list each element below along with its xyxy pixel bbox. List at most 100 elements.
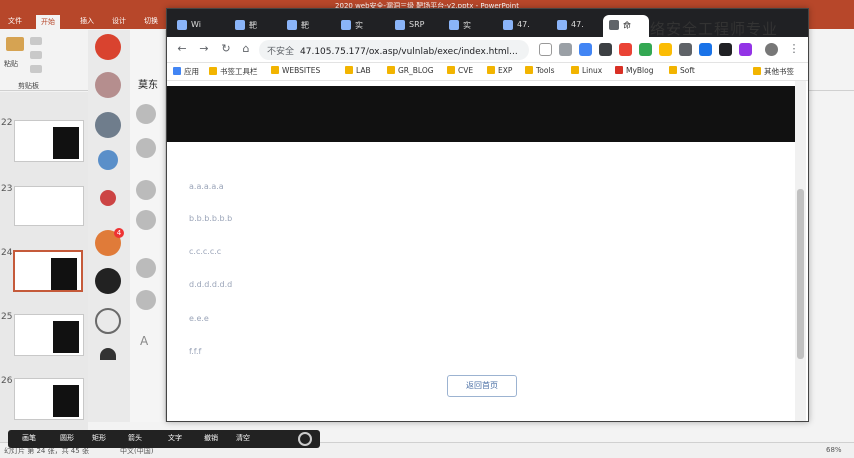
slide-thumbnail[interactable]	[14, 120, 84, 162]
contact-avatar[interactable]	[136, 258, 156, 278]
globe-icon[interactable]	[98, 150, 118, 170]
browser-tab[interactable]: 实	[443, 15, 487, 37]
return-home-button[interactable]: 返回首页	[447, 375, 517, 397]
browser-tab[interactable]: 靶	[281, 15, 325, 37]
bookmark-item[interactable]: EXP	[487, 66, 512, 75]
bookmark-item[interactable]: 书签工具栏	[209, 66, 258, 77]
bookmark-label: 书签工具栏	[220, 67, 258, 76]
github-icon[interactable]	[95, 268, 121, 294]
bookmark-item[interactable]: Linux	[571, 66, 602, 75]
browser-tab[interactable]: 靶	[229, 15, 273, 37]
ppt-tab-home[interactable]: 开始	[36, 15, 60, 29]
notification-icon[interactable]: 4	[95, 228, 124, 256]
contact-avatar[interactable]	[136, 290, 156, 310]
translate-icon[interactable]	[539, 43, 552, 56]
address-bar[interactable]: 不安全 47.105.75.177/ox.asp/vulnlab/exec/ind…	[259, 40, 529, 60]
contact-avatar[interactable]	[136, 104, 156, 124]
reload-icon[interactable]: ↻	[219, 42, 233, 56]
copy-icon[interactable]	[30, 51, 42, 59]
star-icon[interactable]	[559, 43, 572, 56]
browser-tab[interactable]: 47.	[551, 15, 595, 37]
ppt-tab-insert[interactable]: 插入	[80, 16, 94, 26]
recorder-button[interactable]: 清空	[236, 433, 250, 443]
tab-favicon-icon	[557, 20, 567, 30]
tab-favicon-icon	[503, 20, 513, 30]
page-link[interactable]: d.d.d.d.d.d	[189, 280, 232, 289]
browser-tab[interactable]: SRP	[389, 15, 433, 37]
slide-thumbnail[interactable]	[14, 378, 84, 420]
cloud-icon[interactable]	[100, 348, 116, 360]
browser-tab[interactable]: 47.	[497, 15, 541, 37]
ppt-tab-design[interactable]: 设计	[112, 16, 126, 26]
extension-icon[interactable]	[659, 43, 672, 56]
extension-icon[interactable]	[739, 43, 752, 56]
bookmark-item[interactable]: Tools	[525, 66, 554, 75]
slide-thumbnail[interactable]	[14, 314, 84, 356]
bookmark-label: CVE	[458, 66, 474, 75]
paste-label: 粘贴	[4, 60, 18, 68]
page-link[interactable]: c.c.c.c.c	[189, 247, 221, 256]
bookmark-item[interactable]: GR_BLOG	[387, 66, 434, 75]
recorder-button[interactable]: 圆形	[60, 433, 74, 443]
contact-avatar[interactable]	[95, 72, 121, 98]
slide-thumbnail-selected[interactable]	[13, 250, 83, 292]
recorder-button[interactable]: 箭头	[128, 433, 142, 443]
browser-tab[interactable]: 实	[335, 15, 379, 37]
bookmark-other[interactable]: 其他书签	[753, 66, 794, 77]
bookmark-item[interactable]: CVE	[447, 66, 473, 75]
page-viewport: a.a.a.a.a b.b.b.b.b.b c.c.c.c.c d.d.d.d.…	[167, 81, 808, 421]
page-link[interactable]: f.f.f	[189, 347, 201, 356]
refresh-icon[interactable]	[95, 308, 121, 334]
page-link[interactable]: b.b.b.b.b.b	[189, 214, 232, 223]
paste-icon[interactable]	[6, 37, 24, 51]
profile-avatar[interactable]	[765, 43, 778, 56]
bookmark-item[interactable]: MyBlog	[615, 66, 654, 75]
slide-thumbnail[interactable]	[14, 186, 84, 226]
bookmark-item[interactable]: LAB	[345, 66, 371, 75]
recorder-button[interactable]: 矩形	[92, 433, 106, 443]
font-size-icon[interactable]: A	[140, 334, 148, 348]
page-banner	[167, 86, 797, 142]
tab-title: 47.	[517, 20, 530, 29]
recorder-button[interactable]: 撤销	[204, 433, 218, 443]
recorder-button[interactable]: 文字	[168, 433, 182, 443]
extension-icon[interactable]	[679, 43, 692, 56]
page-link[interactable]: a.a.a.a.a	[189, 182, 224, 191]
home-icon[interactable]: ⌂	[239, 42, 253, 56]
format-painter-icon[interactable]	[30, 65, 42, 73]
contact-avatar[interactable]	[136, 138, 156, 158]
bookmark-item[interactable]: Soft	[669, 66, 695, 75]
browser-tab-active[interactable]: 命	[603, 15, 649, 37]
contact-avatar[interactable]	[136, 180, 156, 200]
tab-favicon-icon	[449, 20, 459, 30]
back-icon[interactable]: ←	[175, 42, 189, 56]
user-avatar[interactable]	[95, 34, 121, 60]
cut-icon[interactable]	[30, 37, 42, 45]
bookmark-label: Soft	[680, 66, 695, 75]
zoom-level[interactable]: 68%	[826, 446, 842, 454]
page-link[interactable]: e.e.e	[189, 314, 209, 323]
tab-favicon-icon	[395, 20, 405, 30]
contact-avatar[interactable]	[136, 210, 156, 230]
menu-icon[interactable]: ⋮	[787, 42, 801, 56]
extension-icon[interactable]	[599, 43, 612, 56]
extension-icon[interactable]	[639, 43, 652, 56]
power-icon[interactable]	[298, 432, 312, 446]
bookmark-apps[interactable]: 应用	[173, 66, 199, 77]
extension-icon[interactable]	[699, 43, 712, 56]
plugin-icon[interactable]	[100, 190, 116, 206]
extension-icon[interactable]	[719, 43, 732, 56]
bookmark-item[interactable]: WEBSITES	[271, 66, 320, 75]
contact-avatar[interactable]	[95, 112, 121, 138]
tab-title: 靶	[249, 21, 257, 30]
address-url: 47.105.75.177/ox.asp/vulnlab/exec/index.…	[300, 47, 518, 57]
ppt-tab-file[interactable]: 文件	[8, 16, 22, 26]
extension-icon[interactable]	[579, 43, 592, 56]
browser-tab[interactable]: Wi	[171, 15, 215, 37]
page-scrollbar[interactable]	[795, 81, 806, 421]
extension-icon[interactable]	[619, 43, 632, 56]
recorder-button[interactable]: 画笔	[22, 433, 36, 443]
ppt-tab-transitions[interactable]: 切换	[144, 16, 158, 26]
scroll-thumb[interactable]	[797, 189, 804, 359]
forward-icon[interactable]: →	[197, 42, 211, 56]
